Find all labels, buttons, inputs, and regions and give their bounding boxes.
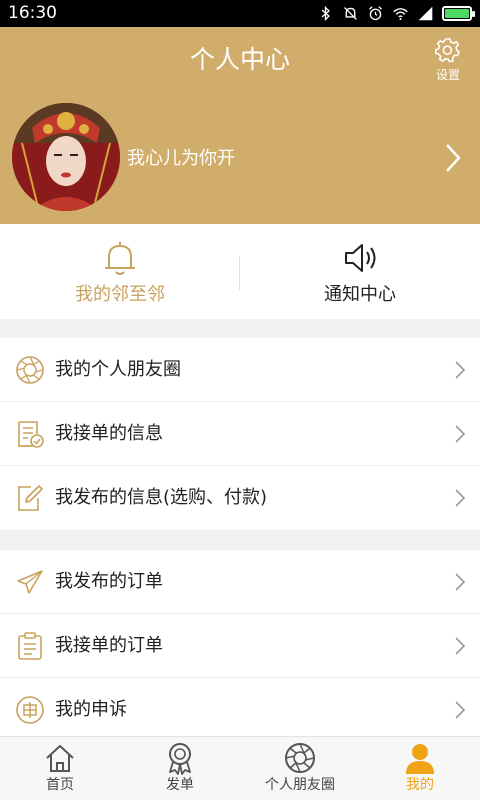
chevron-right-icon <box>455 489 466 507</box>
person-icon <box>406 744 434 774</box>
signal-icon <box>418 6 433 20</box>
appeal-icon <box>16 696 44 724</box>
menu-item-label: 我发布的订单 <box>55 571 163 592</box>
nav-personal-moments-label: 个人朋友圈 <box>265 777 335 793</box>
chevron-right-icon <box>455 573 466 591</box>
tab-my-neighbor-label: 我的邻至邻 <box>75 284 165 305</box>
chevron-right-icon <box>455 425 466 443</box>
gear-icon <box>435 38 460 63</box>
bluetooth-icon <box>321 5 330 21</box>
menu-item-label: 我接单的信息 <box>55 423 163 444</box>
settings-button[interactable]: 设置 <box>432 37 464 83</box>
speaker-icon <box>345 244 376 272</box>
chevron-right-icon <box>455 361 466 379</box>
menu-item-accepted-orders[interactable]: 我接单的订单 <box>0 614 480 678</box>
wifi-icon <box>393 7 408 20</box>
tab-notification-center-label: 通知中心 <box>324 284 396 305</box>
chevron-right-icon <box>455 637 466 655</box>
tab-my-neighbor[interactable]: 我的邻至邻 <box>0 224 240 319</box>
username[interactable]: 我心儿为你开 <box>127 146 235 172</box>
menu-item-personal-moments[interactable]: 我的个人朋友圈 <box>0 338 480 402</box>
nav-post-order[interactable]: 发单 <box>120 737 240 800</box>
nav-mine[interactable]: 我的 <box>360 737 480 800</box>
aperture-icon <box>16 356 44 384</box>
clipboard-icon <box>18 632 42 660</box>
status-bar: 16:30 <box>0 0 480 27</box>
menu-item-appeal[interactable]: 我的申诉 <box>0 678 480 742</box>
status-time: 16:30 <box>8 3 57 23</box>
chevron-right-icon[interactable] <box>444 143 462 173</box>
menu-group-1: 我的个人朋友圈 我接单的信息 我发布的信息(选购、付款) <box>0 338 480 530</box>
battery-icon <box>442 5 475 21</box>
nav-personal-moments[interactable]: 个人朋友圈 <box>240 737 360 800</box>
menu-item-label: 我的申诉 <box>55 699 127 720</box>
tab-notification-center[interactable]: 通知中心 <box>240 224 480 319</box>
paper-plane-icon <box>17 570 43 594</box>
page-title: 个人中心 <box>189 45 290 74</box>
menu-group-2: 我发布的订单 我接单的订单 我的申诉 <box>0 550 480 742</box>
settings-label: 设置 <box>435 68 460 82</box>
bottom-nav: 首页 发单 个人朋友圈 我的 <box>0 736 480 800</box>
menu-item-accepted-info[interactable]: 我接单的信息 <box>0 402 480 466</box>
menu-item-label: 我接单的订单 <box>55 635 163 656</box>
nav-mine-label: 我的 <box>406 777 434 793</box>
edit-icon <box>18 485 43 511</box>
mute-bell-icon <box>344 6 357 20</box>
menu-item-label: 我发布的信息(选购、付款) <box>55 487 268 508</box>
document-check-icon <box>18 421 44 448</box>
menu-item-label: 我的个人朋友圈 <box>55 359 181 380</box>
avatar[interactable] <box>12 103 120 211</box>
chevron-right-icon <box>455 701 466 719</box>
avatar-photo <box>12 103 120 211</box>
nav-home[interactable]: 首页 <box>0 737 120 800</box>
menu-item-published-orders[interactable]: 我发布的订单 <box>0 550 480 614</box>
nav-post-order-label: 发单 <box>166 777 194 793</box>
home-icon <box>46 745 74 772</box>
bell-icon <box>105 242 135 275</box>
profile-header: 个人中心 设置 我心儿为你开 <box>0 27 480 224</box>
aperture-icon <box>285 743 315 773</box>
menu-item-published-info[interactable]: 我发布的信息(选购、付款) <box>0 466 480 530</box>
medal-icon <box>169 743 191 775</box>
alarm-icon <box>369 5 382 20</box>
quick-tabs: 我的邻至邻 通知中心 <box>0 224 480 319</box>
status-icons <box>317 3 475 23</box>
nav-home-label: 首页 <box>46 777 74 793</box>
